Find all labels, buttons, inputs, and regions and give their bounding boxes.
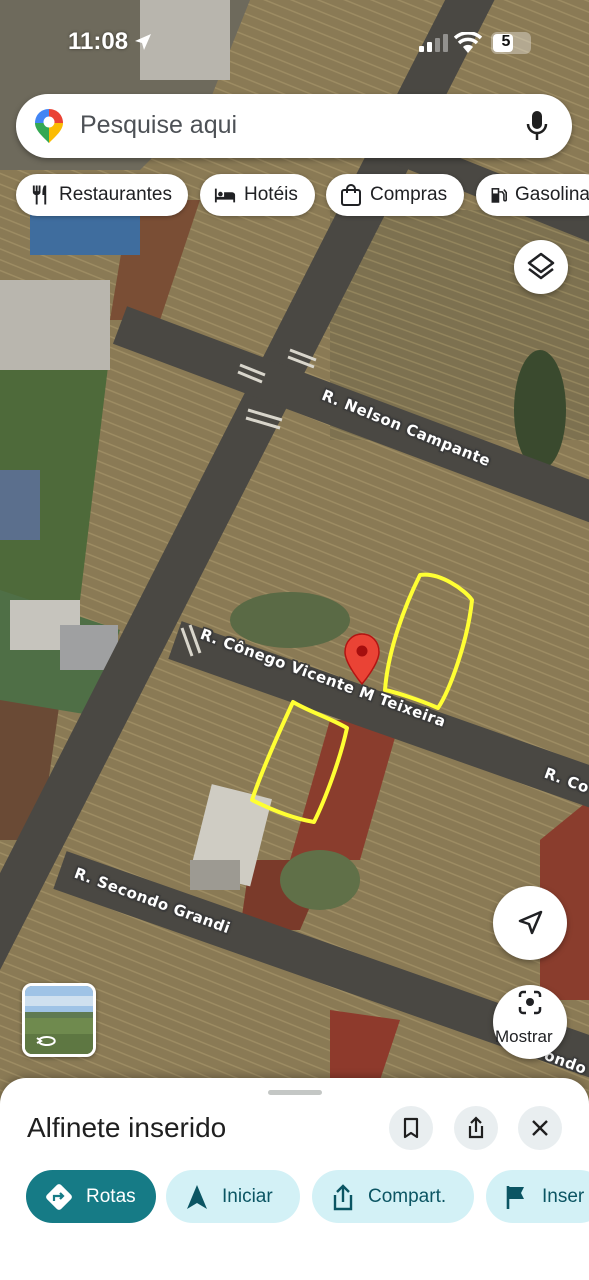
sheet-drag-handle[interactable]: [268, 1090, 322, 1095]
wifi-icon: [454, 32, 482, 53]
action-buttons-row: Rotas Iniciar Compart. Inser: [0, 1170, 589, 1224]
chip-restaurants[interactable]: Restaurantes: [16, 174, 188, 216]
category-chips: Restaurantes Hotéis Compras Gasolina: [0, 174, 589, 218]
chip-shopping[interactable]: Compras: [326, 174, 464, 216]
lens-show-button[interactable]: Mostrar: [493, 985, 567, 1059]
share-action-label: Compart.: [368, 1185, 447, 1207]
chip-shopping-label: Compras: [370, 184, 448, 205]
battery-level: 5: [501, 33, 511, 50]
layers-icon: [527, 252, 555, 280]
location-arrow-icon: [135, 34, 151, 50]
restaurant-icon: [32, 185, 47, 205]
start-button[interactable]: Iniciar: [166, 1170, 300, 1223]
layers-button[interactable]: [514, 240, 568, 294]
chip-hotels[interactable]: Hotéis: [200, 174, 315, 216]
directions-button[interactable]: Rotas: [26, 1170, 156, 1223]
bed-icon: [214, 188, 236, 203]
close-button[interactable]: [518, 1106, 562, 1150]
share-icon: [333, 1183, 353, 1210]
close-icon: [532, 1120, 548, 1136]
street-view-image: [25, 986, 93, 1054]
google-maps-pin-icon: [35, 109, 63, 143]
gas-station-icon: [491, 188, 507, 203]
directions-label: Rotas: [86, 1185, 136, 1207]
chip-gas-label: Gasolina: [515, 184, 589, 205]
share-button[interactable]: [454, 1106, 498, 1150]
search-bar[interactable]: Pesquise aqui: [16, 94, 572, 158]
microphone-icon[interactable]: [526, 110, 548, 142]
cellular-signal-icon: [419, 34, 448, 52]
share-icon: [468, 1116, 484, 1139]
street-view-thumbnail[interactable]: [22, 983, 96, 1057]
save-button[interactable]: [389, 1106, 433, 1150]
flag-icon: [506, 1185, 524, 1209]
share-action-button[interactable]: Compart.: [312, 1170, 474, 1223]
chip-hotels-label: Hotéis: [244, 184, 298, 205]
chip-gas[interactable]: Gasolina: [476, 174, 589, 216]
status-time: 11:08: [68, 28, 129, 55]
add-label-label: Inser: [542, 1185, 585, 1207]
shopping-bag-icon: [341, 184, 361, 206]
directions-icon: [46, 1183, 72, 1210]
bookmark-icon: [403, 1117, 419, 1139]
add-label-button[interactable]: Inser: [486, 1170, 589, 1223]
navigation-arrow-icon: [187, 1184, 207, 1209]
my-location-button[interactable]: [493, 886, 567, 960]
lens-show-label: Mostrar: [495, 1027, 553, 1046]
camera-lens-icon: [518, 990, 542, 1015]
start-label: Iniciar: [222, 1185, 273, 1207]
battery-icon: 5: [491, 32, 531, 54]
search-input[interactable]: Pesquise aqui: [80, 111, 237, 140]
navigation-arrow-icon: [518, 910, 543, 935]
place-title: Alfinete inserido: [27, 1112, 227, 1143]
status-bar: 11:08 5: [0, 0, 589, 80]
chip-restaurants-label: Restaurantes: [58, 184, 172, 205]
place-bottom-sheet[interactable]: Alfinete inserido Rotas Iniciar Compart.…: [0, 1078, 589, 1280]
